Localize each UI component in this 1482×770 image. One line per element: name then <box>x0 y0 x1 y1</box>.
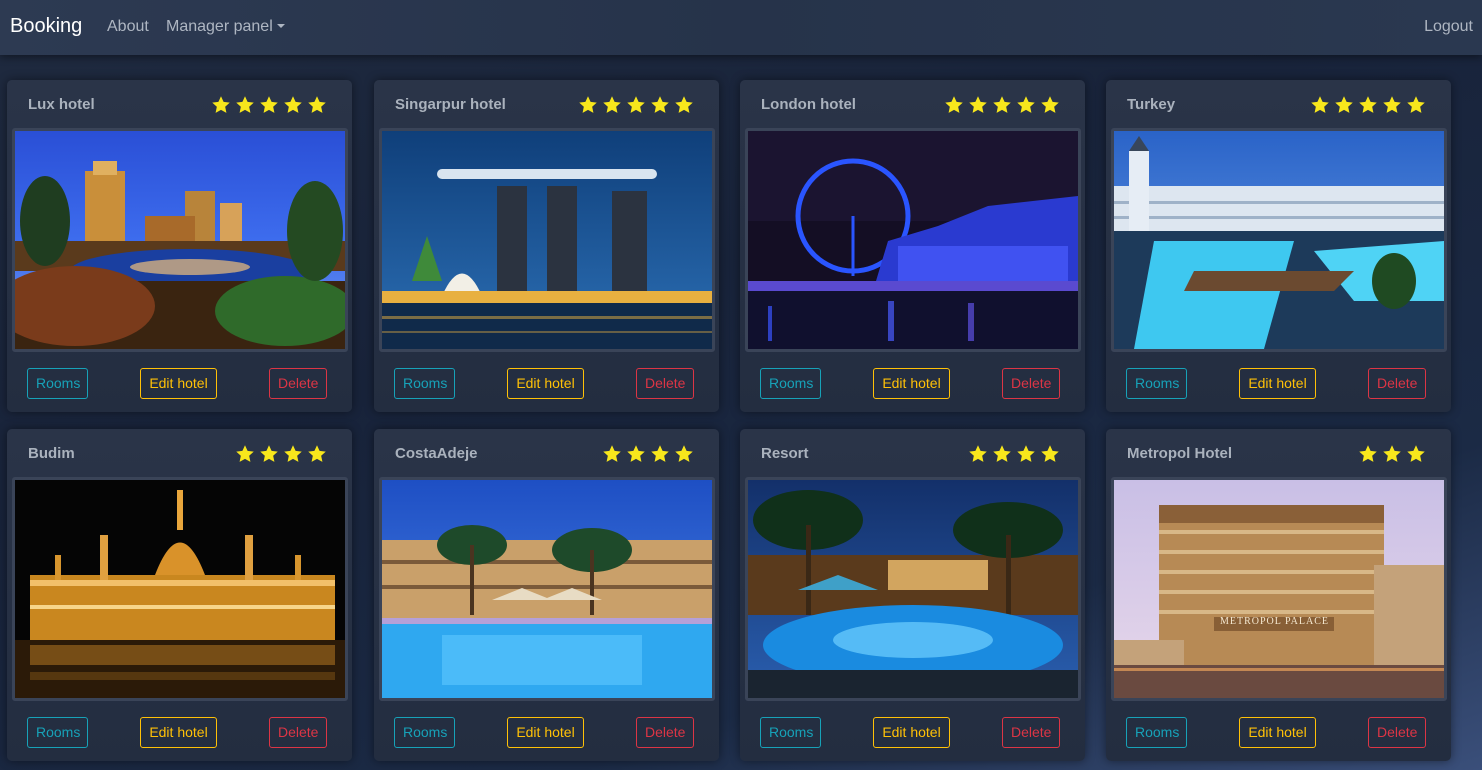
hotel-photo <box>745 128 1081 352</box>
rooms-button[interactable]: Rooms <box>760 717 821 748</box>
star-icon <box>212 96 230 113</box>
hotel-photo <box>12 128 348 352</box>
star-icon <box>1383 445 1401 462</box>
star-icon <box>284 445 302 462</box>
hotel-card: Turkey Rooms Edit hotel Delete <box>1106 80 1451 412</box>
star-icon <box>675 96 693 113</box>
star-icon <box>284 96 302 113</box>
edit-hotel-button[interactable]: Edit hotel <box>507 368 584 399</box>
star-rating <box>1358 444 1426 464</box>
hotel-card: Singarpur hotel Rooms Edit hotel Delete <box>374 80 719 412</box>
hotel-photo <box>1111 128 1447 352</box>
edit-hotel-button[interactable]: Edit hotel <box>1239 717 1316 748</box>
delete-button[interactable]: Delete <box>1002 717 1060 748</box>
star-icon <box>1311 96 1329 113</box>
star-icon <box>1383 96 1401 113</box>
star-rating <box>578 95 694 115</box>
star-icon <box>1359 445 1377 462</box>
star-icon <box>651 445 669 462</box>
delete-button[interactable]: Delete <box>269 717 327 748</box>
star-icon <box>236 96 254 113</box>
hotel-card: Budim Rooms Edit hotel Delete <box>7 429 352 761</box>
star-rating <box>602 444 694 464</box>
delete-button[interactable]: Delete <box>1002 368 1060 399</box>
star-icon <box>945 96 963 113</box>
rooms-button[interactable]: Rooms <box>1126 368 1187 399</box>
hotel-name: London hotel <box>761 96 856 113</box>
metropol-palace-sign: METROPOL PALACE <box>1220 616 1329 627</box>
star-icon <box>675 445 693 462</box>
hotel-name: Budim <box>28 445 75 462</box>
brand-link[interactable]: Booking <box>10 15 82 38</box>
star-icon <box>993 445 1011 462</box>
star-icon <box>579 96 597 113</box>
star-rating <box>211 95 327 115</box>
hotel-photo <box>745 477 1081 701</box>
star-icon <box>308 96 326 113</box>
star-icon <box>969 96 987 113</box>
hotel-name: Lux hotel <box>28 96 95 113</box>
star-rating <box>1310 95 1426 115</box>
star-icon <box>1407 96 1425 113</box>
hotel-card: Metropol Hotel METROPOL PALACE Rooms Edi… <box>1106 429 1451 761</box>
star-icon <box>1359 96 1377 113</box>
hotel-card: Lux hotel Rooms Edit hotel Delete <box>7 80 352 412</box>
hotel-photo: METROPOL PALACE <box>1111 477 1447 701</box>
star-rating <box>235 444 327 464</box>
hotel-photo <box>12 477 348 701</box>
star-rating <box>944 95 1060 115</box>
star-icon <box>627 445 645 462</box>
edit-hotel-button[interactable]: Edit hotel <box>873 368 950 399</box>
hotel-card: London hotel Rooms Edit hotel Delete <box>740 80 1085 412</box>
delete-button[interactable]: Delete <box>1368 717 1426 748</box>
rooms-button[interactable]: Rooms <box>394 368 455 399</box>
star-icon <box>308 445 326 462</box>
hotel-name: Turkey <box>1127 96 1176 113</box>
edit-hotel-button[interactable]: Edit hotel <box>140 717 217 748</box>
hotel-name: Resort <box>761 445 809 462</box>
edit-hotel-button[interactable]: Edit hotel <box>1239 368 1316 399</box>
edit-hotel-button[interactable]: Edit hotel <box>873 717 950 748</box>
star-icon <box>236 445 254 462</box>
star-icon <box>603 445 621 462</box>
hotel-card: CostaAdeje Rooms Edit hotel Delete <box>374 429 719 761</box>
navbar: Booking About Manager panel Logout <box>0 0 1482 55</box>
star-icon <box>260 96 278 113</box>
star-icon <box>651 96 669 113</box>
logout-link[interactable]: Logout <box>1424 18 1473 36</box>
hotel-photo <box>379 477 715 701</box>
star-icon <box>1041 445 1059 462</box>
hotel-name: Metropol Hotel <box>1127 445 1232 462</box>
star-icon <box>1407 445 1425 462</box>
star-icon <box>993 96 1011 113</box>
hotel-photo <box>379 128 715 352</box>
hotel-name: Singarpur hotel <box>395 96 506 113</box>
hotel-card: Resort Rooms Edit hotel Delete <box>740 429 1085 761</box>
edit-hotel-button[interactable]: Edit hotel <box>140 368 217 399</box>
delete-button[interactable]: Delete <box>636 717 694 748</box>
delete-button[interactable]: Delete <box>1368 368 1426 399</box>
star-icon <box>1017 96 1035 113</box>
manager-panel-dropdown[interactable]: Manager panel <box>166 18 285 36</box>
edit-hotel-button[interactable]: Edit hotel <box>507 717 584 748</box>
star-rating <box>968 444 1060 464</box>
star-icon <box>627 96 645 113</box>
delete-button[interactable]: Delete <box>636 368 694 399</box>
star-icon <box>1041 96 1059 113</box>
star-icon <box>969 445 987 462</box>
rooms-button[interactable]: Rooms <box>27 717 88 748</box>
star-icon <box>260 445 278 462</box>
star-icon <box>1017 445 1035 462</box>
rooms-button[interactable]: Rooms <box>1126 717 1187 748</box>
manager-panel-label: Manager panel <box>166 18 273 35</box>
caret-down-icon <box>276 24 285 28</box>
star-icon <box>603 96 621 113</box>
nav-about-link[interactable]: About <box>107 18 149 36</box>
rooms-button[interactable]: Rooms <box>394 717 455 748</box>
rooms-button[interactable]: Rooms <box>760 368 821 399</box>
hotel-name: CostaAdeje <box>395 445 478 462</box>
delete-button[interactable]: Delete <box>269 368 327 399</box>
star-icon <box>1335 96 1353 113</box>
rooms-button[interactable]: Rooms <box>27 368 88 399</box>
